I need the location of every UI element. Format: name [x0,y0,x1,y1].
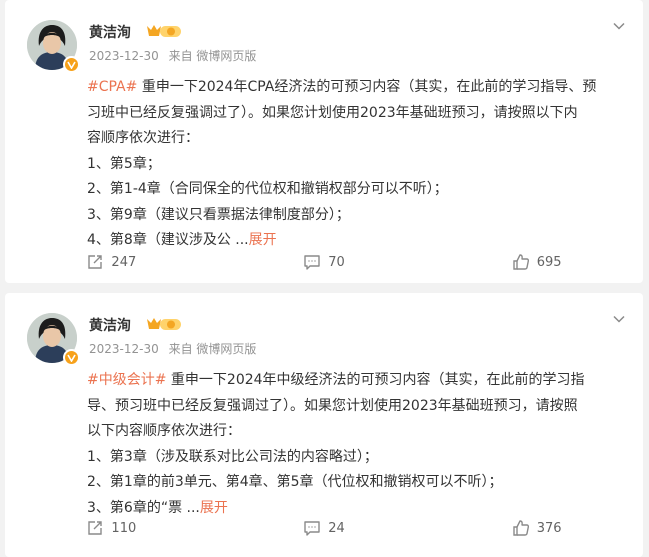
text-line: 3、第9章（建议只看票据法律制度部分）； [87,206,350,223]
repost-count: 110 [111,520,137,536]
like-button[interactable]: 695 [430,250,643,274]
comment-count: 24 [328,520,345,536]
repost-icon [88,255,103,269]
repost-count: 247 [111,254,137,270]
chevron-down-icon[interactable] [609,309,629,329]
text-line: 3、第6章的“票 ... [87,499,200,516]
like-icon [513,254,529,270]
text-line: 1、第5章； [87,155,161,172]
post-meta: 2023-12-30 来自 微博网页版 [89,340,256,357]
author-name[interactable]: 黄洁洵 [89,315,131,335]
text-line: 以下内容顺序依次进行： [87,423,241,439]
post-source: 来自 微博网页版 [168,342,257,356]
expand-link[interactable]: 展开 [249,232,277,248]
weibo-card: 黄洁洵 2023-12-30 来自 微博网页版 #CPA# 重申一下2024年C… [5,0,643,283]
comment-button[interactable]: 24 [218,516,431,540]
post-source: 来自 微博网页版 [168,49,257,63]
text-line: 1、第3章（涉及联系对比公司法的内容略过）； [87,448,378,465]
repost-button[interactable]: 110 [5,516,218,540]
comment-button[interactable]: 70 [218,250,431,274]
text-line: 容顺序依次进行： [87,130,199,146]
expand-link[interactable]: 展开 [200,500,228,516]
like-icon [513,520,529,536]
action-bar: 247 70 695 [5,250,643,274]
post-text: #CPA# 重申一下2024年CPA经济法的可预习内容（其实，在此前的学习指导、… [87,75,627,254]
comment-icon [304,521,320,536]
topic-tag[interactable]: #CPA# [87,79,137,95]
topic-tag[interactable]: #中级会计# [87,372,166,388]
text-line: 重申一下2024年中级经济法的可预习内容（其实，在此前的学习指 [166,372,585,388]
chevron-down-icon[interactable] [609,16,629,36]
author-name[interactable]: 黄洁洵 [89,22,131,42]
like-count: 695 [536,254,562,270]
like-count: 376 [536,520,562,536]
post-date[interactable]: 2023-12-30 [89,49,159,63]
repost-button[interactable]: 247 [5,250,218,274]
text-line: 2、第1-4章（合同保全的代位权和撤销权部分可以不听）； [87,181,448,197]
comment-icon [304,255,320,270]
repost-icon [88,521,103,535]
v-badge-icon [63,349,80,366]
post-meta: 2023-12-30 来自 微博网页版 [89,47,256,64]
text-line: 4、第8章（建议涉及公 ... [87,232,249,248]
text-line: 重申一下2024年CPA经济法的可预习内容（其实，在此前的学习指导、预 [137,79,597,95]
v-badge-icon [63,56,80,73]
vip-crown-icon[interactable] [145,22,183,39]
comment-count: 70 [328,254,345,270]
post-text: #中级会计# 重申一下2024年中级经济法的可预习内容（其实，在此前的学习指 导… [87,368,627,521]
action-bar: 110 24 376 [5,516,643,540]
text-line: 2、第1章的前3单元、第4章、第5章（代位权和撤销权可以不听）； [87,474,503,490]
weibo-card: 黄洁洵 2023-12-30 来自 微博网页版 #中级会计# 重申一下2024年… [5,293,643,557]
vip-crown-icon[interactable] [145,315,183,332]
like-button[interactable]: 376 [430,516,643,540]
text-line: 习班中已经反复强调过了）。如果您计划使用2023年基础班预习，请按照以下内 [87,104,578,121]
text-line: 导、预习班中已经反复强调过了）。如果您计划使用2023年基础班预习，请按照 [87,397,578,414]
post-date[interactable]: 2023-12-30 [89,342,159,356]
